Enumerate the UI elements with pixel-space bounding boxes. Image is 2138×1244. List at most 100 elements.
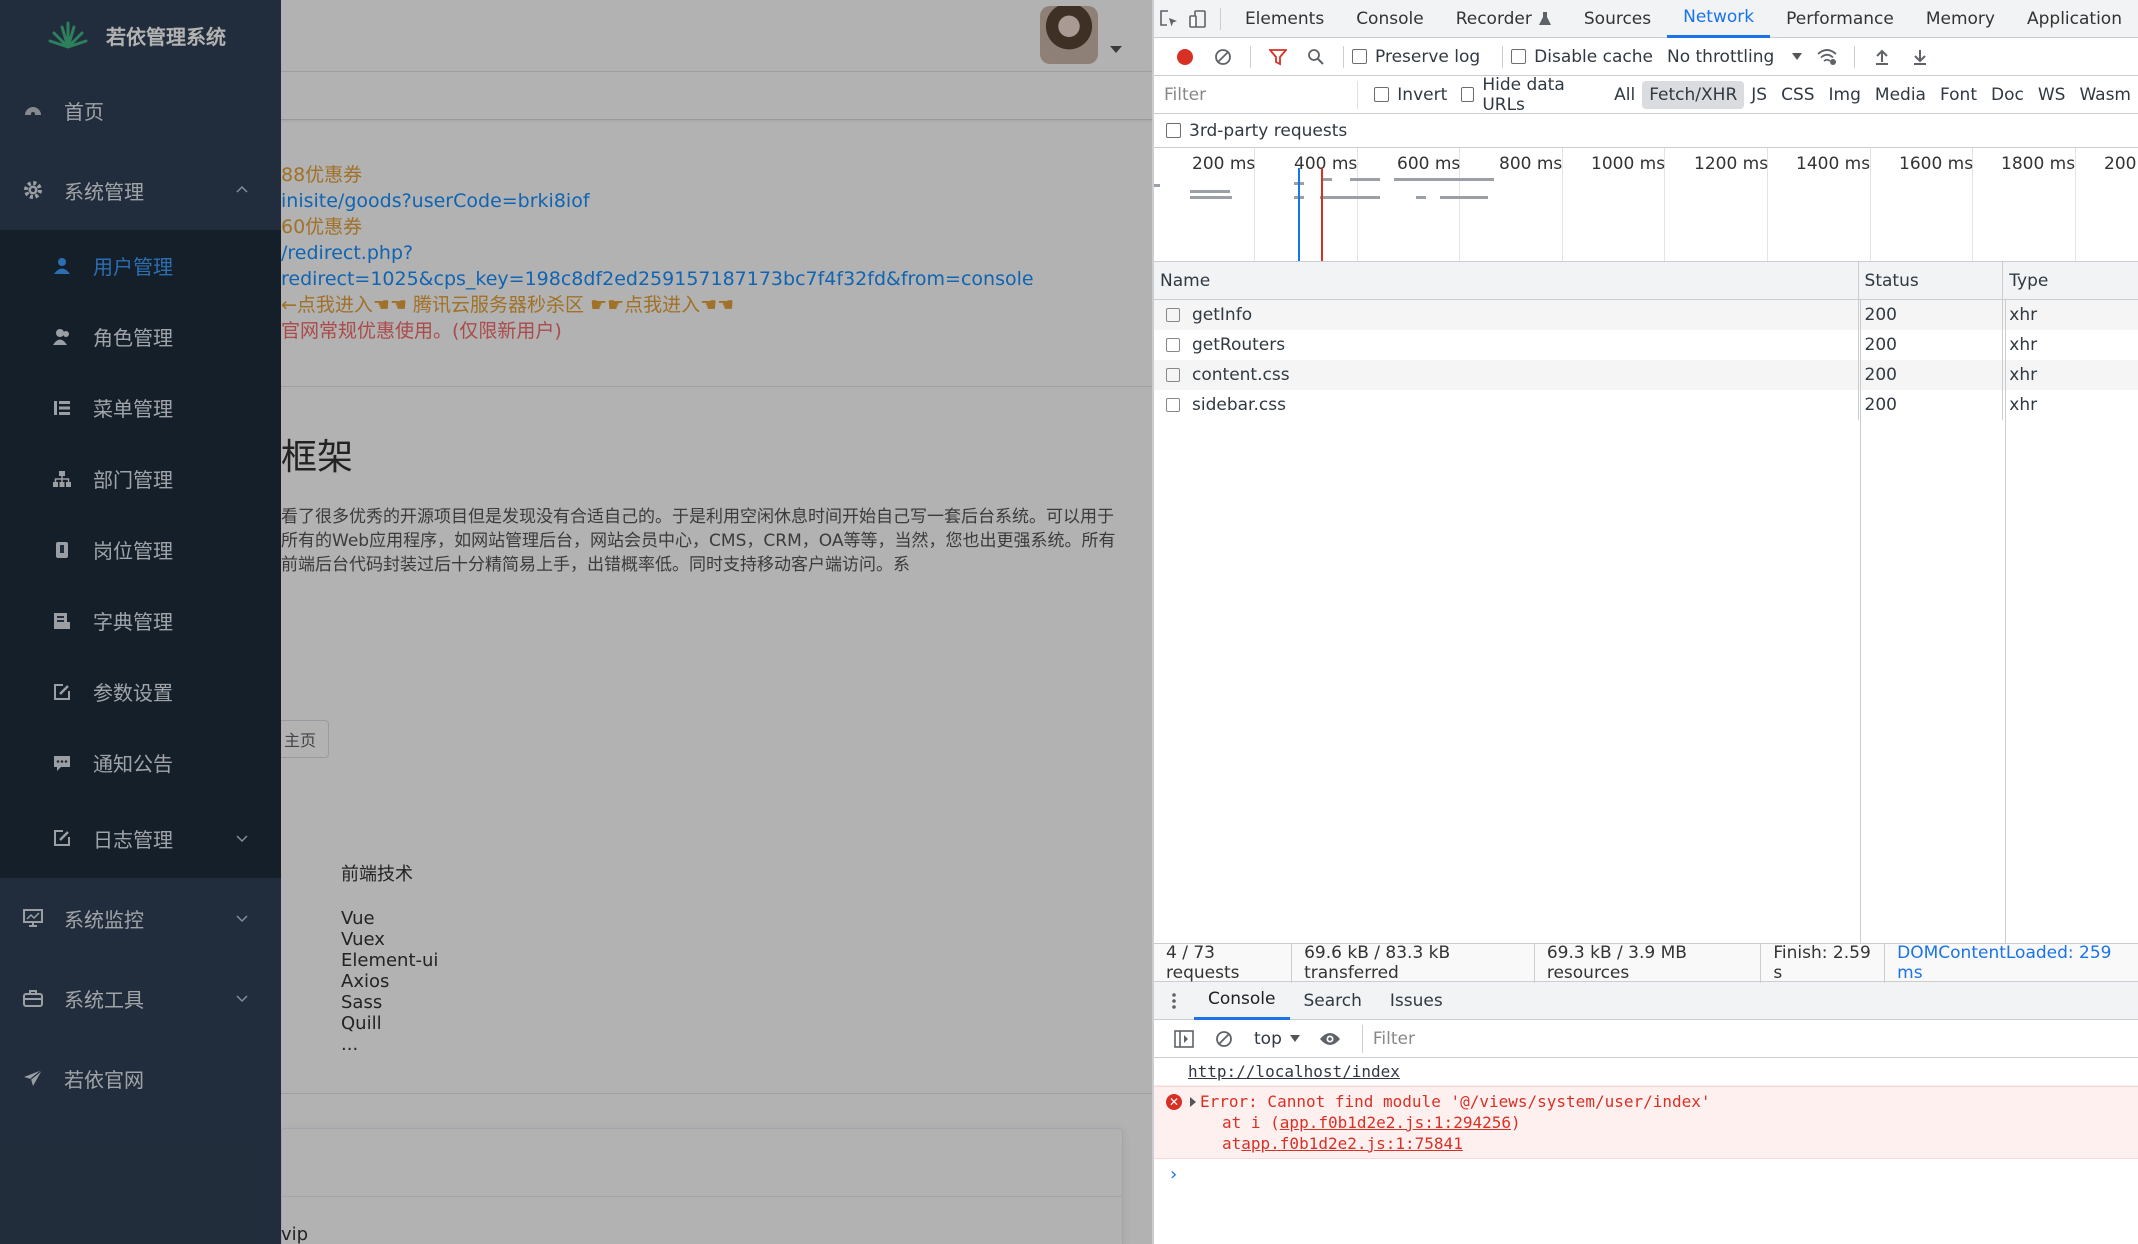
- drawer-tab-issues[interactable]: Issues: [1376, 982, 1457, 1020]
- console-prompt[interactable]: ›: [1154, 1159, 2138, 1189]
- sidebar-item-menu[interactable]: 菜单管理: [0, 372, 281, 443]
- filter-input[interactable]: Filter: [1158, 80, 1359, 109]
- promo-link[interactable]: /redirect.php?redirect=1025&cps_key=198c…: [281, 240, 1141, 292]
- tab-console[interactable]: Console: [1340, 0, 1440, 38]
- disable-cache-checkbox[interactable]: Disable cache: [1511, 47, 1653, 67]
- timeline-label: 400 ms: [1294, 154, 1358, 174]
- filter-icon[interactable]: [1259, 38, 1297, 76]
- filter-type-css[interactable]: CSS: [1774, 81, 1821, 109]
- sidebar-item-label: 系统监控: [64, 907, 144, 932]
- filter-type-ws[interactable]: WS: [2031, 81, 2073, 109]
- tree-icon: [51, 468, 73, 490]
- filter-type-font[interactable]: Font: [1933, 81, 1984, 109]
- app-title: 若依管理系统: [106, 24, 226, 49]
- promo-line[interactable]: ←点我进入☚☚ 腾讯云服务器秒杀区 ☛☛点我进入☚☚: [281, 292, 1141, 318]
- tab-network[interactable]: Network: [1667, 0, 1771, 38]
- filter-type-fetch-xhr[interactable]: Fetch/XHR: [1642, 80, 1745, 109]
- promo-link[interactable]: inisite/goods?userCode=brki8iof: [281, 188, 1141, 214]
- sidebar-logo[interactable]: 若依管理系统: [0, 0, 281, 70]
- request-status: 200: [1859, 360, 2004, 390]
- eye-icon[interactable]: [1310, 1020, 1350, 1058]
- sidebar-item-label: 参数设置: [93, 681, 173, 705]
- tab-memory[interactable]: Memory: [1910, 0, 2011, 38]
- table-row[interactable]: getInfo 200 xhr: [1154, 300, 2138, 330]
- expand-triangle-icon[interactable]: [1190, 1096, 1196, 1107]
- network-filterbar: Filter Invert Hide data URLs All Fetch/X…: [1154, 75, 2138, 115]
- timeline-bar: [1350, 178, 1380, 181]
- import-har-icon[interactable]: [1863, 38, 1901, 76]
- column-header-name[interactable]: Name: [1154, 262, 1859, 299]
- checkbox-box: [1461, 87, 1475, 102]
- filter-type-img[interactable]: Img: [1822, 81, 1868, 109]
- console-filter-input[interactable]: Filter: [1361, 1024, 2138, 1053]
- export-har-icon[interactable]: [1901, 38, 1939, 76]
- sidebar-item-system[interactable]: 系统管理: [0, 150, 281, 230]
- preserve-log-checkbox[interactable]: Preserve log: [1352, 47, 1480, 67]
- record-icon[interactable]: [1166, 38, 1204, 76]
- network-overview-timeline[interactable]: 200 ms 400 ms 600 ms 800 ms 1000 ms 1200…: [1154, 148, 2138, 262]
- sidebar-toggle-icon[interactable]: [1164, 1020, 1204, 1058]
- console-url-link[interactable]: http://localhost/index: [1154, 1058, 2138, 1086]
- sidebar-item-label: 首页: [64, 99, 104, 124]
- hide-data-urls-checkbox[interactable]: Hide data URLs: [1461, 75, 1593, 115]
- filter-type-js[interactable]: JS: [1744, 81, 1774, 109]
- tab-performance[interactable]: Performance: [1770, 0, 1910, 38]
- network-toolbar: Preserve log Disable cache No throttling: [1154, 38, 2138, 76]
- table-row[interactable]: sidebar.css 200 xhr: [1154, 390, 2138, 420]
- column-header-status[interactable]: Status: [1859, 262, 2004, 299]
- inspect-element-icon[interactable]: [1154, 0, 1183, 38]
- sidebar-item-label: 用户管理: [93, 255, 173, 279]
- timeline-label: 1000 ms: [1591, 154, 1666, 174]
- stack-link[interactable]: app.f0b1d2e2.js:1:294256: [1280, 1113, 1511, 1132]
- filter-type-doc[interactable]: Doc: [1984, 81, 2031, 109]
- sidebar-item-monitor[interactable]: 系统监控: [0, 878, 281, 958]
- network-conditions-icon[interactable]: [1808, 38, 1846, 76]
- stack-link[interactable]: app.f0b1d2e2.js:1:75841: [1241, 1134, 1463, 1153]
- filter-type-all[interactable]: All: [1607, 81, 1642, 109]
- list-item: Quill: [341, 1013, 382, 1034]
- sidebar-item-log[interactable]: 日志管理: [0, 798, 281, 878]
- drawer-tab-search[interactable]: Search: [1290, 982, 1376, 1020]
- sidebar-item-tool[interactable]: 系统工具: [0, 958, 281, 1038]
- tab-application[interactable]: Application: [2011, 0, 2138, 38]
- context-select[interactable]: top: [1244, 1029, 1310, 1049]
- tab-sources[interactable]: Sources: [1568, 0, 1667, 38]
- avatar[interactable]: [1040, 6, 1098, 64]
- column-header-type[interactable]: Type: [2003, 262, 2138, 299]
- tab-recorder[interactable]: Recorder: [1440, 0, 1568, 38]
- sidebar-item-post[interactable]: 岗位管理: [0, 514, 281, 585]
- more-vertical-icon[interactable]: [1154, 992, 1194, 1009]
- tab-elements[interactable]: Elements: [1229, 0, 1340, 38]
- drawer-tab-console[interactable]: Console: [1194, 982, 1290, 1020]
- checkbox-label: 3rd-party requests: [1189, 120, 1348, 141]
- tree-table-icon: [51, 397, 73, 419]
- sidebar-item-user[interactable]: 用户管理: [0, 230, 281, 301]
- filter-type-media[interactable]: Media: [1868, 81, 1933, 109]
- third-party-checkbox[interactable]: 3rd-party requests: [1166, 121, 1347, 141]
- caret-down-icon[interactable]: [1110, 46, 1122, 53]
- sidebar-item-dept[interactable]: 部门管理: [0, 443, 281, 514]
- summary-finish: Finish: 2.59 s: [1773, 942, 1886, 983]
- sidebar-item-role[interactable]: 角色管理: [0, 301, 281, 372]
- page-title: 框架: [281, 437, 354, 478]
- sidebar-item-dict[interactable]: 字典管理: [0, 585, 281, 656]
- clear-icon[interactable]: [1204, 38, 1242, 76]
- tab-label: Recorder: [1455, 8, 1532, 29]
- filter-type-wasm[interactable]: Wasm: [2072, 81, 2138, 109]
- table-row[interactable]: content.css 200 xhr: [1154, 360, 2138, 390]
- sidebar-item-notice[interactable]: 通知公告: [0, 727, 281, 798]
- console-toolbar: top Filter: [1154, 1020, 2138, 1058]
- search-icon[interactable]: [1297, 38, 1335, 76]
- device-toolbar-icon[interactable]: [1183, 0, 1212, 38]
- throttling-select[interactable]: No throttling: [1667, 47, 1803, 67]
- promo-line: 60优惠券: [281, 216, 363, 238]
- sidebar-item-config[interactable]: 参数设置: [0, 656, 281, 727]
- sidebar-item-home[interactable]: 首页: [0, 70, 281, 150]
- clear-console-icon[interactable]: [1204, 1020, 1244, 1058]
- stack-prefix: at i (: [1222, 1113, 1280, 1132]
- table-row[interactable]: getRouters 200 xhr: [1154, 330, 2138, 360]
- invert-checkbox[interactable]: Invert: [1374, 85, 1447, 105]
- gear-icon: [22, 179, 44, 201]
- file-icon: [1166, 338, 1180, 352]
- sidebar-item-website[interactable]: 若依官网: [0, 1038, 281, 1118]
